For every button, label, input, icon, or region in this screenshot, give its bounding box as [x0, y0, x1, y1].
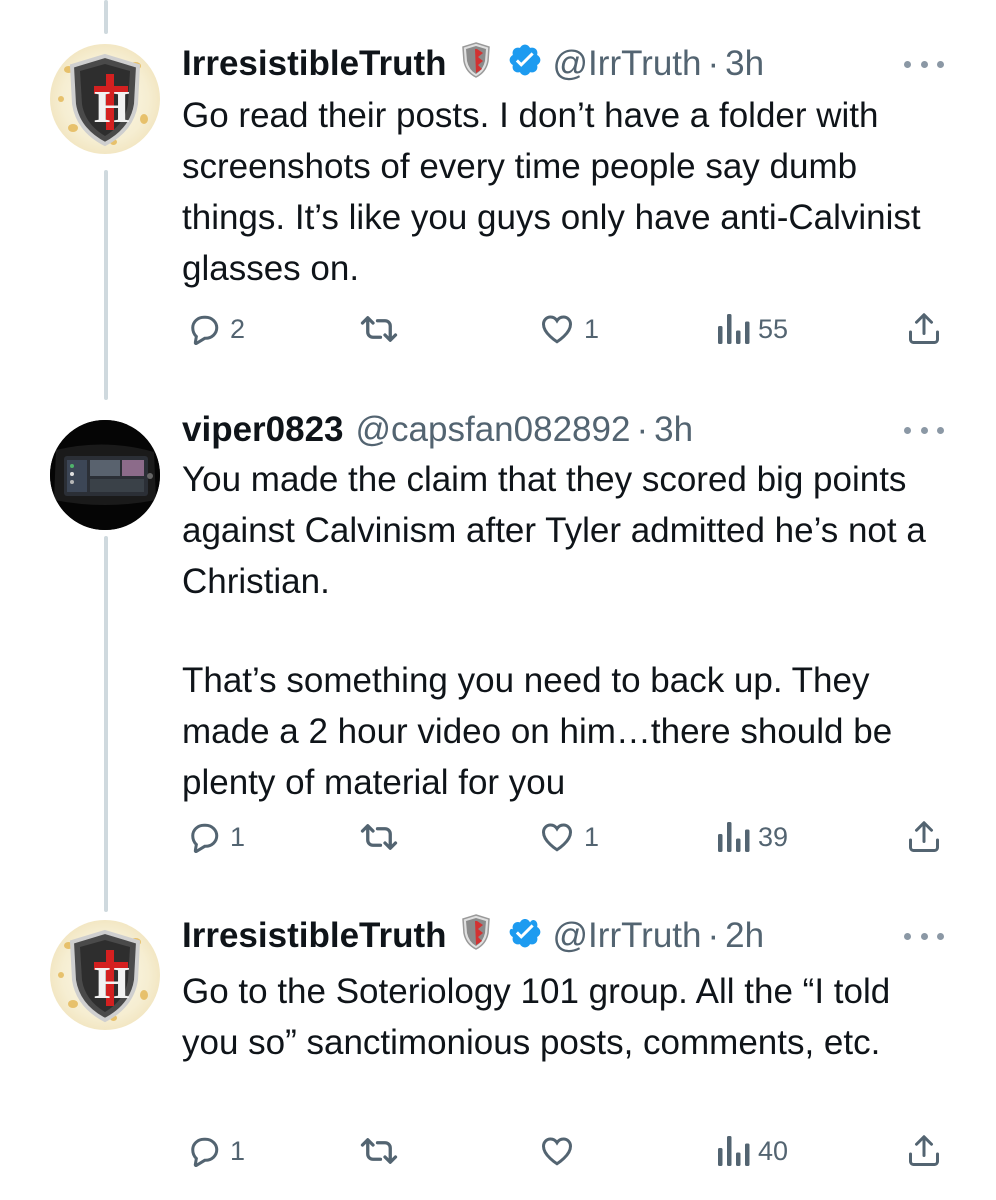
- views-count: 39: [758, 821, 789, 852]
- shield-badge-icon: [461, 913, 491, 960]
- share-button[interactable]: [906, 1126, 942, 1176]
- tweet-text: Go read their posts. I don’t have a fold…: [182, 90, 942, 294]
- action-bar: 2 1 55: [0, 304, 996, 354]
- retweet-button[interactable]: [358, 812, 408, 862]
- avatar[interactable]: H: [50, 920, 160, 1030]
- avatar[interactable]: H: [50, 44, 160, 154]
- display-name[interactable]: viper0823: [182, 410, 344, 450]
- share-icon: [909, 1135, 939, 1166]
- reply-count: 2: [230, 313, 246, 344]
- reply-icon: [191, 823, 219, 853]
- like-button[interactable]: 1: [538, 812, 599, 862]
- reply-count: 1: [230, 821, 246, 852]
- like-count: 1: [584, 313, 600, 344]
- more-icon[interactable]: [904, 926, 944, 946]
- reply-button[interactable]: 1: [186, 1126, 245, 1176]
- views-count: 55: [758, 313, 789, 344]
- avatar[interactable]: [50, 420, 160, 530]
- reply-button[interactable]: 1: [186, 812, 245, 862]
- reply-count: 1: [230, 1135, 246, 1166]
- tweet-paragraph: You made the claim that they scored big …: [182, 460, 926, 601]
- share-button[interactable]: [906, 812, 942, 862]
- share-icon: [909, 313, 939, 344]
- action-bar: 1 40: [0, 1126, 996, 1176]
- like-button[interactable]: [538, 1126, 584, 1176]
- separator-dot: ·: [707, 44, 720, 83]
- reply-icon: [191, 1137, 219, 1167]
- tweet-header: viper0823 @capsfan082892 · 3h: [182, 400, 693, 460]
- shield-badge-icon: [461, 41, 491, 88]
- display-name[interactable]: IrresistibleTruth: [182, 916, 447, 956]
- more-icon[interactable]: [904, 54, 944, 74]
- reply-icon: [191, 315, 219, 345]
- views-button[interactable]: 40: [716, 1126, 788, 1176]
- tweet-text: You made the claim that they scored big …: [182, 454, 942, 808]
- verified-icon: [507, 914, 543, 959]
- thread-line-1: [104, 170, 108, 400]
- share-button[interactable]: [906, 304, 942, 354]
- tweet-header: IrresistibleTruth @IrrTruth · 3h: [182, 34, 764, 94]
- like-icon: [541, 823, 573, 852]
- separator-dot: ·: [707, 916, 720, 955]
- shield-logo-icon: H: [69, 929, 141, 1023]
- views-count: 40: [758, 1135, 789, 1166]
- handle[interactable]: @capsfan082892: [356, 410, 631, 450]
- retweet-icon: [360, 316, 398, 342]
- timestamp[interactable]: 2h: [725, 916, 764, 956]
- like-count: 1: [584, 821, 600, 852]
- tweet-paragraph: Go to the Soteriology 101 group. All the…: [182, 972, 891, 1062]
- like-button[interactable]: 1: [538, 304, 599, 354]
- tweet-paragraph: That’s something you need to back up. Th…: [182, 661, 893, 802]
- handle[interactable]: @IrrTruth: [553, 916, 702, 956]
- views-icon: [718, 822, 750, 852]
- verified-icon: [507, 42, 543, 87]
- separator-dot: ·: [636, 410, 649, 449]
- views-button[interactable]: 55: [716, 304, 788, 354]
- reply-button[interactable]: 2: [186, 304, 245, 354]
- more-icon[interactable]: [904, 420, 944, 440]
- views-icon: [718, 1136, 750, 1166]
- thread-line-top: [104, 0, 108, 34]
- shield-logo-icon: H: [69, 53, 141, 147]
- tweet-paragraph: Go read their posts. I don’t have a fold…: [182, 96, 921, 288]
- retweet-icon: [360, 824, 398, 850]
- handle[interactable]: @IrrTruth: [553, 44, 702, 84]
- display-name[interactable]: IrresistibleTruth: [182, 44, 447, 84]
- share-icon: [909, 821, 939, 852]
- retweet-button[interactable]: [358, 304, 408, 354]
- timestamp[interactable]: 3h: [654, 410, 693, 450]
- like-icon: [541, 1137, 573, 1166]
- tweet-header: IrresistibleTruth @IrrTruth · 2h: [182, 906, 764, 966]
- avatar-letter: H: [94, 957, 130, 1008]
- avatar-letter: H: [94, 81, 130, 132]
- tweet-text: Go to the Soteriology 101 group. All the…: [182, 966, 942, 1068]
- views-button[interactable]: 39: [716, 812, 788, 862]
- like-icon: [541, 315, 573, 344]
- car-display-photo-icon: [50, 420, 160, 530]
- timestamp[interactable]: 3h: [725, 44, 764, 84]
- retweet-button[interactable]: [358, 1126, 408, 1176]
- retweet-icon: [360, 1138, 398, 1164]
- views-icon: [718, 314, 750, 344]
- action-bar: 1 1 39: [0, 812, 996, 862]
